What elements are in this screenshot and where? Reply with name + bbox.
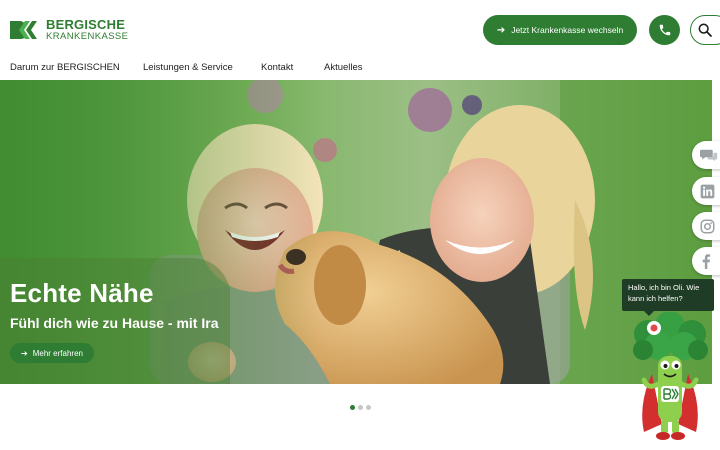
hero-subtitle: Fühl dich wie zu Hause - mit Ira [10, 315, 219, 331]
phone-button[interactable] [649, 15, 680, 45]
hero-image [0, 80, 712, 384]
nav-item-darum[interactable]: Darum zur BERGISCHEN [10, 62, 130, 73]
linkedin-button[interactable] [692, 177, 720, 205]
carousel-dot[interactable] [366, 405, 371, 410]
facebook-icon [702, 254, 711, 269]
carousel-indicators [350, 405, 371, 410]
learn-more-button[interactable]: ➔ Mehr erfahren [10, 343, 94, 363]
hero-title: Echte Nähe [10, 278, 154, 308]
learn-more-label: Mehr erfahren [32, 348, 83, 358]
logo-line2: KRANKENKASSE [46, 31, 129, 42]
chat-icon [700, 149, 718, 161]
search-icon [698, 23, 712, 37]
brand-logo[interactable]: BERGISCHE KRANKENKASSE [10, 18, 128, 42]
site-header: BERGISCHE KRANKENKASSE ➔ Jetzt Krankenka… [0, 0, 720, 80]
arrow-right-icon: ➔ [496, 24, 506, 36]
switch-insurance-button[interactable]: ➔ Jetzt Krankenkasse wechseln [483, 15, 637, 45]
search-button[interactable] [690, 15, 720, 45]
logo-line1: BERGISCHE [46, 17, 126, 32]
instagram-button[interactable] [692, 212, 720, 240]
nav-item-aktuelles[interactable]: Aktuelles [324, 62, 384, 73]
chatbot-message[interactable]: Hallo, ich bin Oli. Wie kann ich helfen? [622, 279, 714, 316]
hero-banner: Echte Nähe Fühl dich wie zu Hause - mit … [0, 80, 712, 384]
carousel-dot[interactable] [350, 405, 355, 410]
nav-item-leistungen[interactable]: Leistungen & Service [143, 62, 243, 73]
switch-insurance-label: Jetzt Krankenkasse wechseln [511, 25, 624, 35]
carousel-dot[interactable] [358, 405, 363, 410]
nav-item-kontakt[interactable]: Kontakt [261, 62, 311, 73]
linkedin-icon [700, 184, 715, 198]
instagram-icon [700, 219, 715, 233]
phone-icon [659, 24, 670, 36]
chat-button[interactable] [692, 141, 720, 169]
facebook-button[interactable] [692, 247, 720, 275]
arrow-right-icon: ➔ [21, 348, 28, 358]
chatbot-mascot[interactable] [628, 312, 712, 444]
page: BERGISCHE KRANKENKASSE ➔ Jetzt Krankenka… [0, 0, 720, 450]
logo-mark-icon [10, 20, 37, 39]
